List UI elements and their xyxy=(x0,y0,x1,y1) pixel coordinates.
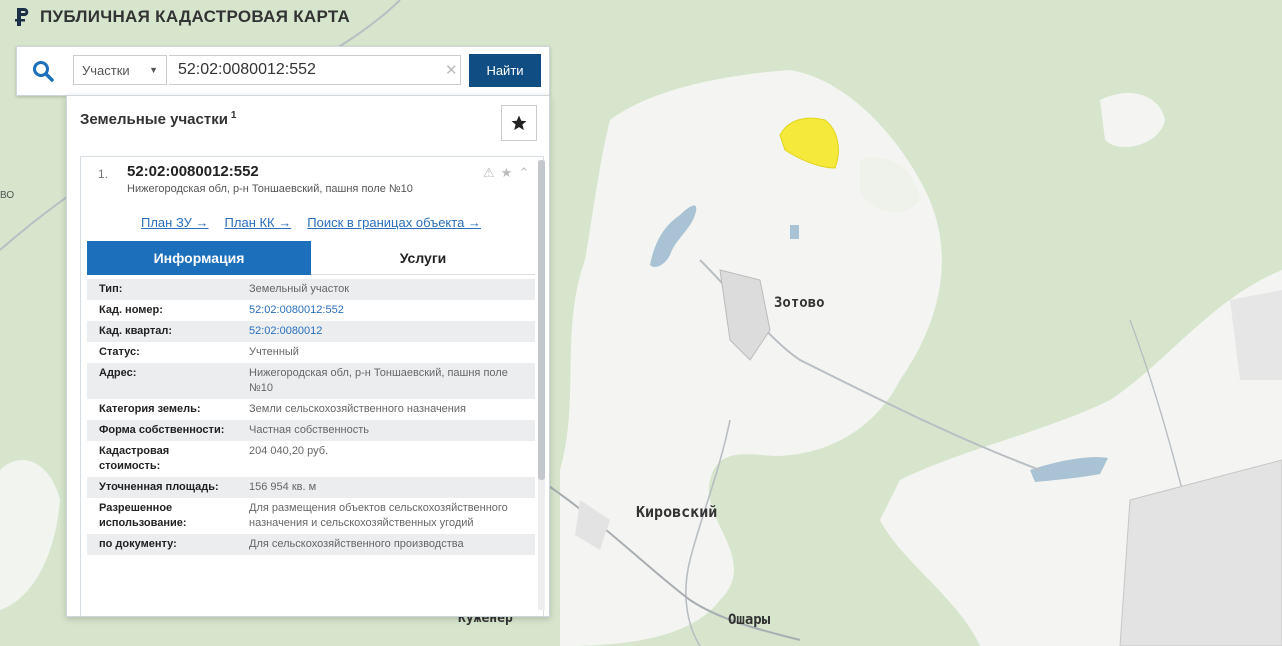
tab-services[interactable]: Услуги xyxy=(311,241,535,275)
field-label: Уточненная площадь: xyxy=(87,477,237,498)
result-tabs: Информация Услуги xyxy=(87,241,535,275)
field-label: Кад. номер: xyxy=(99,304,163,316)
results-scrollbar[interactable] xyxy=(538,160,545,610)
result-item[interactable]: 1. 52:02:0080012:552 Нижегородская обл, … xyxy=(80,156,544,616)
star-outline-icon[interactable]: ★ xyxy=(501,165,513,181)
field-value: Для размещения объектов сельскохозяйстве… xyxy=(249,502,508,529)
rosreestr-logo-icon xyxy=(15,8,29,26)
cadastral-search-input[interactable] xyxy=(169,55,461,85)
clear-icon[interactable]: ✕ xyxy=(445,61,458,79)
field-label: Тип: xyxy=(87,279,237,300)
field-value: Земельный участок xyxy=(237,279,535,300)
find-button[interactable]: Найти xyxy=(469,54,541,87)
small-pond xyxy=(790,225,799,239)
field-label: Форма собственности: xyxy=(87,420,237,441)
search-icon[interactable] xyxy=(31,59,55,83)
results-title: Земельные участки xyxy=(80,111,228,128)
warning-icon[interactable]: ⚠ xyxy=(483,165,495,181)
cad-number-link[interactable]: 52:02:0080012:552 xyxy=(249,304,344,316)
table-row: Уточненная площадь: 156 954 кв. м xyxy=(87,477,535,498)
result-address: Нижегородская обл, р-н Тоншаевский, пашн… xyxy=(127,183,413,195)
table-row: Кад. квартал: 52:02:0080012 xyxy=(87,321,535,342)
results-panel: Земельные участки 1 1. 52:02:0080012:552 … xyxy=(66,95,550,617)
result-links: План ЗУ → План КК → Поиск в границах объ… xyxy=(141,215,481,230)
table-row: Кад. номер: 52:02:0080012:552 xyxy=(87,300,535,321)
table-row: Кадастровая стоимость: 204 040,20 руб. xyxy=(87,441,535,477)
field-value: Частная собственность xyxy=(237,420,535,441)
field-value: Учтенный xyxy=(249,346,299,358)
map-label-zotovo: Зотово xyxy=(774,295,825,311)
chevron-up-icon[interactable]: ⌃ xyxy=(518,165,529,181)
cad-quarter-link[interactable]: 52:02:0080012 xyxy=(249,325,322,337)
result-actions: ⚠ ★ ⌃ xyxy=(483,165,529,181)
field-value: Земли сельскохозяйственного назначения xyxy=(249,403,466,415)
table-row: Адрес: Нижегородская обл, р-н Тоншаевски… xyxy=(87,363,535,399)
table-row: Статус: Учтенный xyxy=(87,342,535,363)
field-label: Статус: xyxy=(99,346,140,358)
field-label: Категория земель: xyxy=(99,403,201,415)
app-header: ПУБЛИЧНАЯ КАДАСТРОВАЯ КАРТА xyxy=(14,7,350,27)
map-label-kirovsky: Кировский xyxy=(636,503,718,521)
field-label: Кад. квартал: xyxy=(87,321,237,342)
app-title: ПУБЛИЧНАЯ КАДАСТРОВАЯ КАРТА xyxy=(40,7,351,26)
plan-kk-link[interactable]: План КК → xyxy=(225,215,292,230)
map-label-osharы: Ошары xyxy=(728,612,771,628)
table-row: Тип: Земельный участок xyxy=(87,279,535,300)
map-edge-label: ВО xyxy=(0,190,15,201)
table-row: Категория земель: Земли сельскохозяйстве… xyxy=(87,399,535,420)
star-icon xyxy=(511,115,527,131)
table-row: по документу: Для сельскохозяйственного … xyxy=(87,534,535,555)
field-value: Нижегородская обл, р-н Тоншаевский, пашн… xyxy=(237,363,535,399)
plan-zu-link[interactable]: План ЗУ → xyxy=(141,215,209,230)
field-label: по документу: xyxy=(87,534,237,555)
table-row: Разрешенное использование: Для размещени… xyxy=(87,498,535,534)
search-type-label: Участки xyxy=(82,62,130,78)
result-cad-number[interactable]: 52:02:0080012:552 xyxy=(127,163,259,180)
search-bar: Участки ▼ ✕ Найти xyxy=(16,46,550,96)
results-count: 1 xyxy=(230,110,237,121)
field-label: Разрешенное использование: xyxy=(99,502,187,529)
result-index: 1. xyxy=(98,167,109,181)
tab-info[interactable]: Информация xyxy=(87,241,311,275)
favorite-button[interactable] xyxy=(501,105,537,141)
search-in-bounds-link[interactable]: Поиск в границах объекта → xyxy=(307,215,481,230)
scrollbar-thumb[interactable] xyxy=(538,160,545,480)
info-table: Тип: Земельный участок Кад. номер: 52:02… xyxy=(87,279,535,555)
results-header: Земельные участки 1 xyxy=(80,110,236,128)
field-value: Для сельскохозяйственного производства xyxy=(237,534,535,555)
table-row: Форма собственности: Частная собственнос… xyxy=(87,420,535,441)
chevron-down-icon: ▼ xyxy=(149,65,158,75)
field-value: 204 040,20 руб. xyxy=(249,445,329,457)
field-label: Адрес: xyxy=(87,363,237,399)
field-label: Кадастровая стоимость: xyxy=(99,445,170,472)
search-type-select[interactable]: Участки ▼ xyxy=(73,55,167,85)
field-value: 156 954 кв. м xyxy=(237,477,535,498)
